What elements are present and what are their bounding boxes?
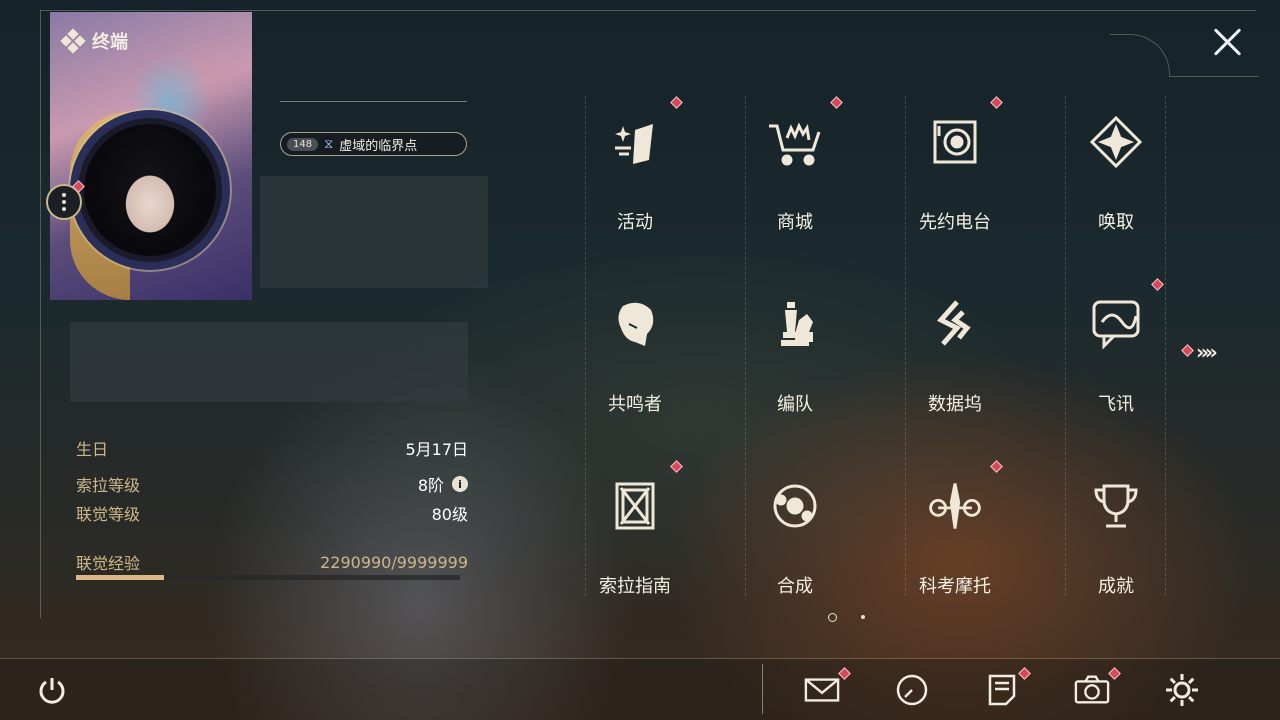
menu-item-label: 先约电台 [919,212,991,233]
menu-item-label: 科考摩托 [919,576,991,597]
clock-icon[interactable] [894,672,930,708]
exp-progress-fill [76,575,165,580]
mail-icon[interactable] [804,672,840,708]
menu-item-label: 活动 [617,212,653,233]
stat-value: 80级 [431,505,468,524]
guide-book-icon [605,476,665,536]
motorbike-icon [925,476,985,536]
menu-item[interactable]: 飞讯 [1056,278,1176,418]
chess-pieces-icon [765,294,825,354]
stat-label: 索拉等级 [76,476,141,495]
page-title: 终端 [92,32,128,53]
grid-divider [1065,96,1066,596]
signature-blurred[interactable] [70,322,468,402]
menu-item[interactable]: 成就 [1056,460,1176,600]
badge-label: 虚域的临界点 [339,138,418,154]
menu-item-label: 数据坞 [928,394,982,415]
menu-item[interactable]: 数据坞 [895,278,1015,418]
compass-star-icon [1086,112,1146,172]
stat-label: 联觉经验 [76,554,141,573]
title-badge[interactable]: 148 ⧖ 虚域的临界点 [280,132,467,156]
divider [280,101,467,102]
character-head-icon [605,294,665,354]
stat-row-sola-level: 索拉等级 8阶 i [76,472,468,496]
menu-item-label: 合成 [777,576,813,597]
settings-gear-icon[interactable] [1164,672,1200,708]
bottom-divider [762,664,763,714]
data-dock-icon [925,294,985,354]
page-indicator-active[interactable] [828,613,837,622]
stat-value-wrap: 8阶 i [418,472,468,496]
menu-item[interactable]: 先约电台 [895,96,1015,236]
menu-item-label: 飞讯 [1098,394,1134,415]
menu-item[interactable]: 唤取 [1056,96,1176,236]
menu-item-label: 商城 [777,212,813,233]
grid-divider [585,96,586,596]
right-frame-line [1169,76,1259,77]
radio-speaker-icon [925,112,985,172]
shopping-cart-crown-icon [765,112,825,172]
close-icon[interactable] [1210,24,1246,60]
trophy-icon [1086,476,1146,536]
menu-item-label: 唤取 [1098,212,1134,233]
menu-item-label: 共鸣者 [608,394,662,415]
notice-icon[interactable] [984,672,1020,708]
stat-label: 生日 [76,440,109,459]
next-page-arrow-icon[interactable]: »» [1196,340,1218,364]
player-name-blurred [260,176,488,288]
sparkle-banner-icon [605,112,665,172]
grid-divider [745,96,746,596]
menu-item[interactable]: 活动 [575,96,695,236]
stat-label: 联觉等级 [76,505,141,524]
menu-item-label: 成就 [1098,576,1134,597]
badge-count: 148 [287,137,319,151]
stat-value: 8阶 [417,476,444,495]
menu-item[interactable]: 商城 [735,96,855,236]
frame-curve [1110,34,1170,76]
menu-item[interactable]: 编队 [735,278,855,418]
menu-item[interactable]: 共鸣者 [575,278,695,418]
stat-value: 2290990/9999999 [320,552,468,572]
power-icon[interactable] [34,672,70,708]
grid-divider [905,96,906,596]
hourglass-icon: ⧖ [324,136,334,152]
next-page-alert-dot [1181,344,1194,357]
terminal-diamond-icon [60,28,86,54]
chat-bubble-icon [1086,294,1146,354]
avatar[interactable] [84,124,216,256]
stat-row-union-exp: 联觉经验 2290990/9999999 [76,550,468,574]
info-icon[interactable]: i [452,476,468,492]
menu-item-label: 索拉指南 [599,576,671,597]
menu-item[interactable]: 科考摩托 [895,460,1015,600]
page-header: 终端 [60,28,128,54]
left-frame-line [40,10,41,618]
synthesis-orbit-icon [765,476,825,536]
page-indicator[interactable] [861,615,865,619]
stat-value: 5月17日 [405,440,468,459]
menu-item-label: 编队 [777,394,813,415]
camera-icon[interactable] [1074,672,1110,708]
menu-item[interactable]: 合成 [735,460,855,600]
top-frame-line [40,10,1256,11]
exp-progress-bar [76,575,460,580]
stat-row-birthday: 生日 5月17日 [76,436,468,460]
grid-divider [1165,96,1166,596]
menu-item[interactable]: 索拉指南 [575,460,695,600]
stat-row-union-level: 联觉等级 80级 [76,501,468,525]
